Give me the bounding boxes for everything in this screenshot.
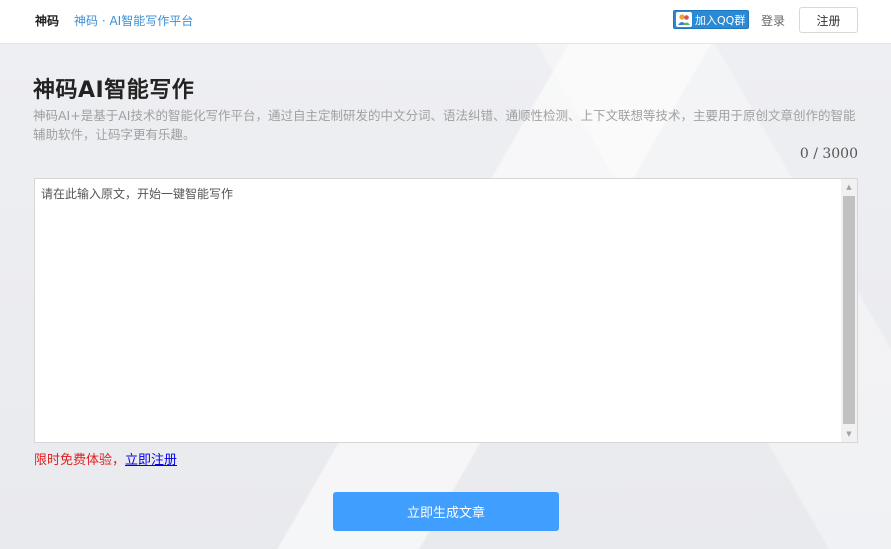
character-counter: 0 / 3000 [800,146,858,162]
editor-container: ▲ ▼ [34,178,858,443]
source-text-input[interactable] [35,179,841,442]
join-qq-group-label: 加入QQ群 [695,13,746,27]
generate-article-button[interactable]: 立即生成文章 [333,492,559,531]
join-qq-group-button[interactable]: 加入QQ群 [673,10,749,29]
scroll-up-icon[interactable]: ▲ [841,179,857,195]
promo-text: 限时免费体验， [34,453,126,468]
editor-scrollbar[interactable]: ▲ ▼ [841,179,857,442]
character-count: 0 [799,146,809,162]
site-title-link[interactable]: 神码 · AI智能写作平台 [74,12,193,29]
register-now-link[interactable]: 立即注册 [125,453,177,468]
top-navbar: 神码 神码 · AI智能写作平台 加入QQ群 登录 注册 [0,0,891,44]
login-link[interactable]: 登录 [761,12,785,29]
page-description: 神码AI+是基于AI技术的智能化写作平台，通过自主定制研发的中文分词、语法纠错、… [33,108,856,142]
character-count-separator: / [813,146,818,162]
character-limit: 3000 [822,146,858,162]
site-logo[interactable]: 神码 [35,12,59,29]
scroll-down-icon[interactable]: ▼ [841,426,857,442]
register-button[interactable]: 注册 [799,7,858,33]
qq-group-icon [676,12,692,27]
main-content: 神码AI智能写作 神码AI+是基于AI技术的智能化写作平台，通过自主定制研发的中… [0,0,891,549]
promo-line: 限时免费体验，立即注册 [34,449,177,468]
scrollbar-thumb[interactable] [843,196,855,424]
page-title: 神码AI智能写作 [33,78,195,103]
